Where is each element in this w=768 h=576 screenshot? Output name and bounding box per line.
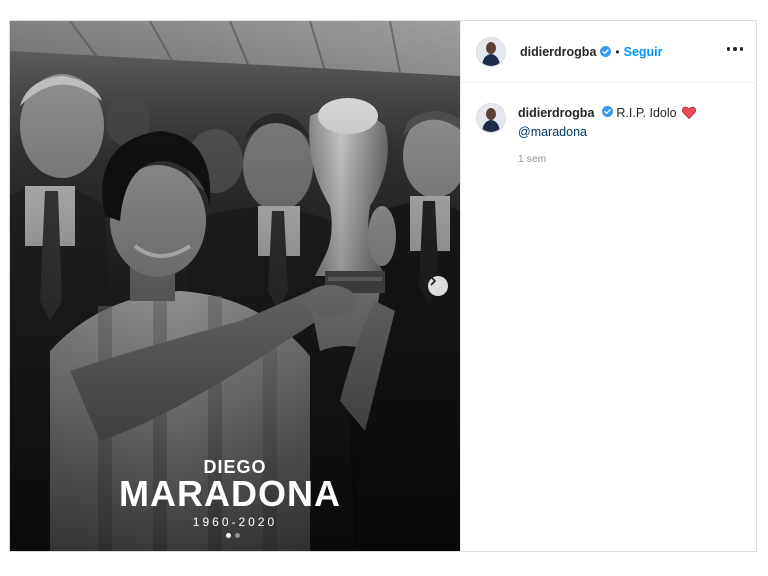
post-sidebar: didierdrogba • Seguir didierdrogba R.I.P… <box>460 21 757 551</box>
post-caption: didierdrogba R.I.P. Idolo @maradona 1 se… <box>476 103 747 165</box>
carousel-next-button[interactable] <box>428 276 448 296</box>
profile-photo <box>477 104 505 132</box>
tribute-last-name: MARADONA <box>119 473 341 514</box>
avatar[interactable] <box>476 36 506 67</box>
chevron-right-icon <box>430 276 436 286</box>
caption-body: didierdrogba R.I.P. Idolo @maradona <box>518 103 747 141</box>
verified-badge-icon <box>600 46 612 57</box>
post-image[interactable]: DIEGO MARADONA 1960-2020 <box>10 21 460 551</box>
header-username[interactable]: didierdrogba <box>520 45 596 59</box>
follow-button[interactable]: Seguir <box>624 45 663 59</box>
carousel-dot-active <box>226 533 231 538</box>
caption-username[interactable]: didierdrogba <box>518 106 594 120</box>
instagram-post: DIEGO MARADONA 1960-2020 didierdrogba • … <box>9 20 757 552</box>
header-separator: • <box>615 44 620 59</box>
caption-text: R.I.P. Idolo <box>616 106 677 120</box>
verified-badge-icon <box>601 106 613 117</box>
carousel-dot <box>235 533 240 538</box>
more-options-icon[interactable] <box>726 43 743 55</box>
avatar[interactable] <box>476 103 506 133</box>
carousel-indicator <box>226 533 240 538</box>
red-heart-icon <box>682 106 697 124</box>
post-header: didierdrogba • Seguir <box>461 21 757 83</box>
profile-photo <box>477 37 505 66</box>
post-timestamp[interactable]: 1 sem <box>518 154 747 165</box>
tribute-years: 1960-2020 <box>192 515 278 529</box>
caption-mention-link[interactable]: @maradona <box>518 125 587 139</box>
